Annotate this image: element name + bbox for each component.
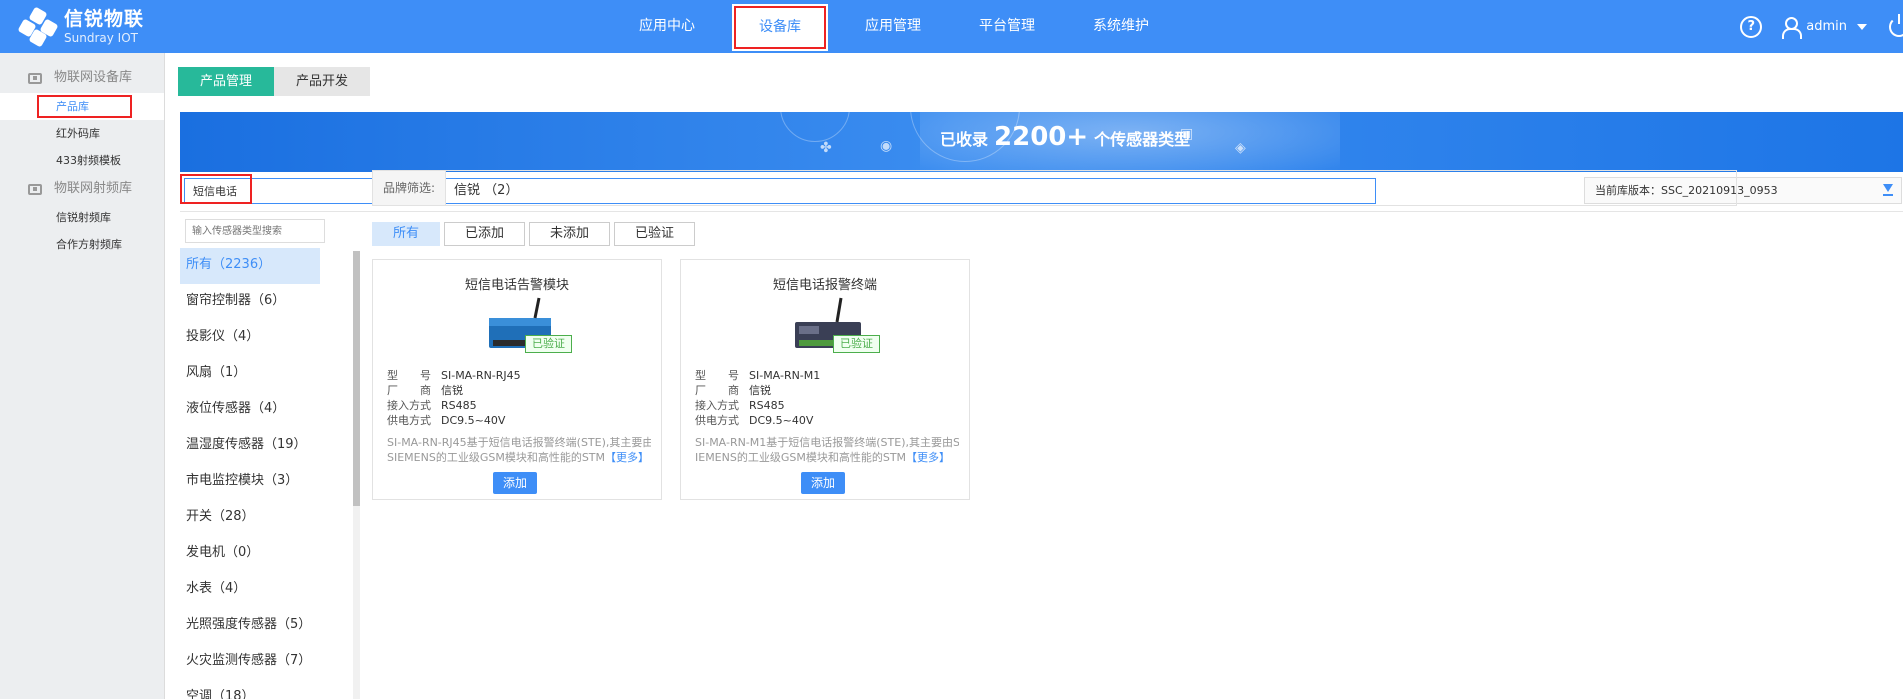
add-button[interactable]: 添加 (493, 472, 537, 494)
product-vendor: 信锐 (441, 384, 463, 397)
verified-badge: 已验证 (833, 335, 880, 353)
product-model: SI-MA-RN-M1 (749, 369, 821, 382)
sidebar-group-rf-library[interactable]: 物联网射频库 (0, 174, 164, 204)
sidebar-item-partner-rf[interactable]: 合作方射频库 (0, 231, 164, 258)
sidebar-group-label: 物联网射频库 (54, 181, 133, 196)
status-filter: 所有 已添加 未添加 已验证 (372, 222, 699, 246)
sidebar: 物联网设备库 产品库 红外码库 433射频模板 物联网射频库 信锐射频库 合作方… (0, 53, 165, 699)
product-access: RS485 (441, 399, 477, 412)
top-bar: 信锐物联 Sundray IOT 应用中心 设备库 应用管理 平台管理 系统维护… (0, 0, 1903, 53)
user-icon[interactable] (1782, 16, 1803, 39)
category-item[interactable]: 窗帘控制器（6） (180, 284, 320, 320)
sidebar-item-sundray-rf[interactable]: 信锐射频库 (0, 204, 164, 231)
library-icon (28, 183, 42, 195)
product-specs: 型 号 SI-MA-RN-M1 厂 商信锐 接入方式 RS485 供电方式 DC9.5… (695, 369, 821, 427)
help-icon[interactable]: ? (1740, 15, 1763, 38)
product-vendor: 信锐 (749, 384, 771, 397)
category-item[interactable]: 液位传感器（4） (180, 392, 320, 428)
sensor-icon: ◉ (880, 138, 893, 154)
product-access: RS485 (749, 399, 785, 412)
verified-badge: 已验证 (525, 335, 572, 353)
category-item[interactable]: 火灾监测传感器（7） (180, 644, 320, 680)
tab-product-development[interactable]: 产品开发 (274, 67, 371, 96)
banner-headline: 已收录 2200+ 个传感器类型 (940, 122, 1191, 152)
brand-filter-label: 品牌筛选: (373, 171, 447, 205)
filter-added-button[interactable]: 已添加 (444, 222, 526, 246)
sidebar-item-product-library[interactable]: 产品库 (0, 93, 164, 120)
power-icon[interactable] (1889, 13, 1903, 37)
sidebar-group-label: 物联网设备库 (54, 70, 133, 85)
product-title: 短信电话报警终端 (772, 278, 877, 293)
nav-system-maintenance[interactable]: 系统维护 (1064, 0, 1178, 53)
category-item[interactable]: 所有（2236） (180, 248, 320, 284)
nav-platform-management[interactable]: 平台管理 (950, 0, 1064, 53)
app-name-en: Sundray IOT (64, 31, 138, 45)
category-item[interactable]: 光照强度传感器（5） (180, 608, 320, 644)
category-item[interactable]: 温湿度传感器（19） (180, 428, 320, 464)
more-link[interactable]: 【更多】 (906, 451, 951, 464)
product-card[interactable]: 短信电话报警终端 已验证 型 号 SI-MA-RN-M1 厂 商信锐 接入方式 RS… (680, 259, 970, 500)
category-search-input[interactable] (185, 219, 325, 243)
product-power: DC9.5~40V (749, 414, 814, 427)
product-description: SI-MA-RN-M1基于短信电话报警终端(STE),其主要由S IEMENS的… (695, 436, 959, 464)
top-nav: 应用中心 设备库 应用管理 平台管理 系统维护 (610, 0, 1178, 53)
more-link[interactable]: 【更多】 (605, 451, 650, 464)
filter-all-button[interactable]: 所有 (372, 222, 441, 246)
app-logo[interactable]: 信锐物联 Sundray IOT (17, 6, 145, 48)
tab-product-management[interactable]: 产品管理 (178, 67, 275, 96)
product-specs: 型 号 SI-MA-RN-RJ45 厂 商信锐 接入方式 RS485 供电方式 DC9… (387, 369, 521, 427)
filter-not-added-button[interactable]: 未添加 (529, 222, 611, 246)
product-card[interactable]: 短信电话告警模块 已验证 型 号 SI-MA-RN-RJ45 厂 商信锐 接入方式… (372, 259, 662, 500)
tab-bar: 产品管理 产品开发 (178, 67, 371, 96)
product-power: DC9.5~40V (441, 414, 506, 427)
banner: ✤ ◉ ▣ ◈ 已收录 2200+ 个传感器类型 (180, 112, 1903, 172)
nav-device-library[interactable]: 设备库 (732, 4, 828, 51)
app-name-cn: 信锐物联 (64, 8, 145, 30)
category-item[interactable]: 投影仪（4） (180, 320, 320, 356)
user-name[interactable]: admin (1806, 19, 1847, 34)
category-item[interactable]: 水表（4） (180, 572, 320, 608)
category-item[interactable]: 风扇（1） (180, 356, 320, 392)
sidebar-item-433-template[interactable]: 433射频模板 (0, 147, 164, 174)
filter-verified-button[interactable]: 已验证 (614, 222, 696, 246)
category-scrollbar[interactable] (353, 251, 360, 506)
chevron-down-icon[interactable] (1857, 23, 1867, 30)
product-title: 短信电话告警模块 (464, 278, 569, 293)
category-item[interactable]: 开关（28） (180, 500, 320, 536)
category-item[interactable]: 发电机（0） (180, 536, 320, 572)
brand-option-sundray[interactable]: 信锐 （2） (454, 179, 518, 198)
sensor-icon: ◈ (1235, 140, 1246, 156)
add-button[interactable]: 添加 (801, 472, 845, 494)
sidebar-group-device-library[interactable]: 物联网设备库 (0, 63, 164, 93)
library-icon (28, 72, 42, 84)
download-icon[interactable] (1883, 184, 1893, 196)
fan-icon: ✤ (820, 140, 832, 156)
category-list: 所有（2236） 窗帘控制器（6） 投影仪（4） 风扇（1） 液位传感器（4） … (180, 248, 320, 699)
category-panel: 所有（2236） 窗帘控制器（6） 投影仪（4） 风扇（1） 液位传感器（4） … (180, 216, 330, 699)
product-description: SI-MA-RN-RJ45基于短信电话报警终端(STE),其主要由 SIEMEN… (387, 436, 651, 464)
nav-app-management[interactable]: 应用管理 (836, 0, 950, 53)
category-item[interactable]: 空调（18） (180, 680, 320, 699)
sidebar-item-ir-code-library[interactable]: 红外码库 (0, 120, 164, 147)
category-item[interactable]: 市电监控模块（3） (180, 464, 320, 500)
brand-filter: 品牌筛选: 信锐 （2） (372, 170, 1737, 206)
nav-app-center[interactable]: 应用中心 (610, 0, 724, 53)
product-model: SI-MA-RN-RJ45 (441, 369, 521, 382)
logo-icon (17, 6, 59, 48)
